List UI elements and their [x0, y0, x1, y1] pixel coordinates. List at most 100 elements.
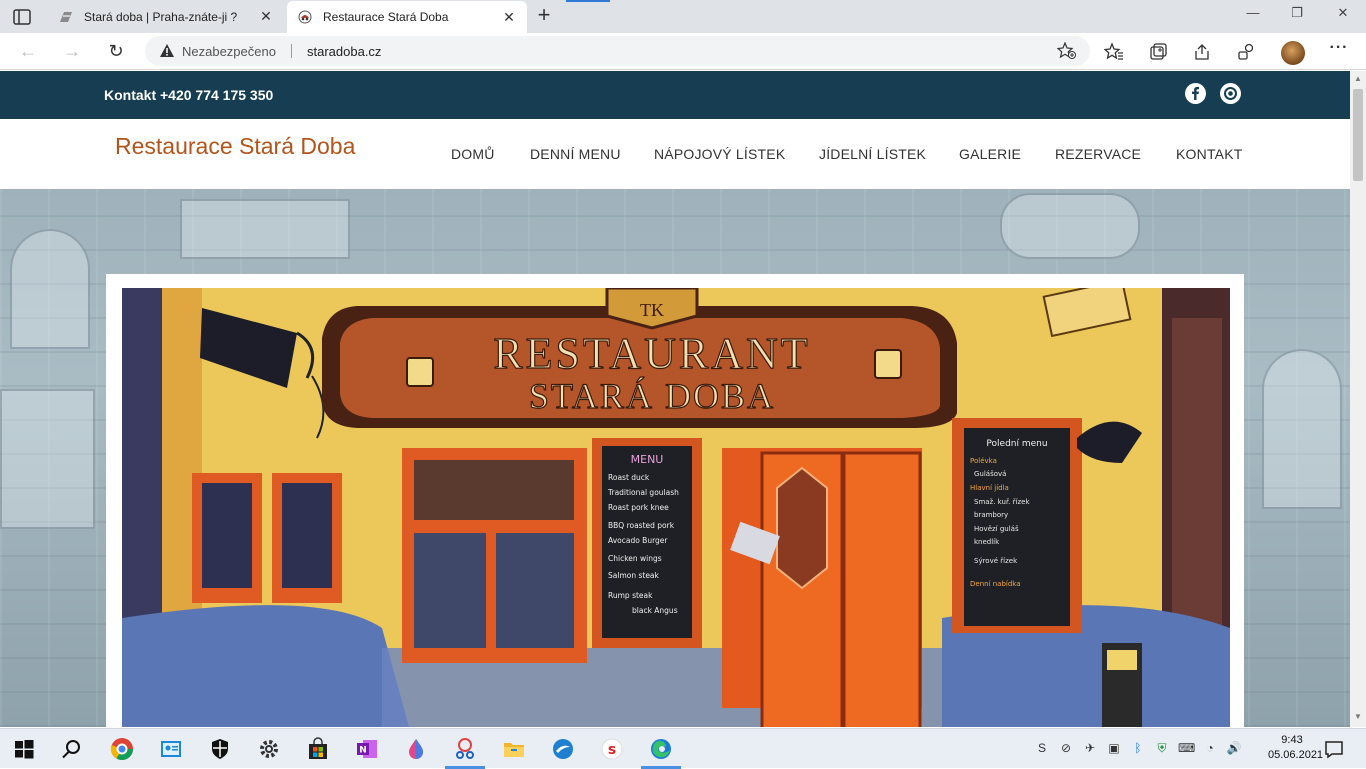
close-tab-icon[interactable]: ✕ [254, 8, 278, 25]
onenote-icon[interactable]: N [355, 737, 379, 761]
skype-tray-icon[interactable]: S [1034, 741, 1050, 757]
stara-doba-favicon-icon [297, 9, 313, 25]
scroll-up-icon[interactable]: ▲ [1354, 75, 1362, 83]
close-window-icon[interactable]: ✕ [1328, 5, 1358, 27]
tab-title: Restaurace Stará Doba [323, 10, 449, 24]
store-icon[interactable] [306, 737, 330, 761]
url-separator [291, 44, 292, 58]
scroll-down-icon[interactable]: ▼ [1354, 713, 1362, 721]
tab-actions-icon[interactable] [12, 7, 32, 27]
display-tray-icon[interactable]: ▣ [1106, 741, 1122, 757]
nav-galerie[interactable]: GALERIE [959, 146, 1021, 162]
snipping-icon[interactable] [453, 737, 477, 761]
menu-board-item: black Angus [632, 606, 678, 615]
tab-accent-line [566, 0, 610, 2]
nav-kontakt[interactable]: KONTAKT [1176, 146, 1242, 162]
warning-icon[interactable] [159, 43, 175, 59]
minimize-icon[interactable]: — [1238, 5, 1268, 27]
tab-praha[interactable]: Stará doba | Praha-znáte-ji ? ✕ [48, 0, 284, 33]
sign-emblem-text: TK [640, 300, 664, 320]
hero-photo-frame: TK RESTAURANT STARÁ DOBA MENU Roast duck… [106, 274, 1244, 727]
site-logo-text[interactable]: Restaurace Stará Doba [115, 133, 355, 160]
clock-time: 9:43 [1281, 734, 1303, 746]
collections-icon[interactable] [1148, 42, 1168, 62]
url-field[interactable]: Nezabezpečeno staradoba.cz [145, 36, 1090, 66]
new-tab-button[interactable]: + [533, 4, 555, 27]
menu-board-item: Roast pork knee [608, 503, 669, 512]
page-viewport: Kontakt +420 774 175 350 Restaurace Star… [0, 71, 1350, 727]
network-blocked-icon[interactable]: ⊘ [1058, 741, 1074, 757]
add-favorite-icon[interactable] [1056, 41, 1077, 60]
keyboard-tray-icon[interactable]: ⌨ [1178, 741, 1195, 757]
profile-avatar[interactable] [1281, 41, 1305, 65]
building-window-decor [1262, 349, 1342, 509]
svg-text:s: s [608, 742, 616, 758]
instagram-icon[interactable] [1220, 83, 1241, 104]
building-ornament-decor [1000, 193, 1140, 259]
wifi-icon[interactable]: ◔ [1202, 741, 1218, 757]
lunch-board-item: Gulášová [974, 470, 1006, 478]
security-label[interactable]: Nezabezpečeno [182, 44, 276, 59]
sign-line-1-text: RESTAURANT [493, 329, 810, 378]
building-window-decor [10, 229, 90, 349]
swift-icon[interactable] [551, 737, 575, 761]
more-options-icon[interactable]: ··· [1328, 39, 1350, 61]
edge-icon[interactable] [649, 737, 673, 761]
tab-bar: Stará doba | Praha-znáte-ji ? ✕ Restaura… [0, 0, 1366, 33]
antivirus-tray-icon[interactable]: ✈ [1082, 741, 1098, 757]
droplet-icon[interactable] [404, 737, 428, 761]
start-icon[interactable] [12, 737, 36, 761]
lunch-board-item: brambory [974, 511, 1008, 519]
lunch-board-item: knedlík [974, 538, 1000, 546]
tab-stara-doba[interactable]: Restaurace Stará Doba ✕ [287, 1, 527, 33]
notifications-icon[interactable] [1322, 737, 1346, 761]
menu-board-item: Chicken wings [608, 554, 662, 563]
menu-board-item: Salmon steak [608, 571, 660, 580]
sign-line-2-text: STARÁ DOBA [529, 376, 775, 416]
lunch-board-item: Polévka [970, 457, 997, 465]
explorer-icon[interactable] [502, 737, 526, 761]
clock-date: 05.06.2021 [1268, 749, 1324, 761]
facebook-icon[interactable] [1185, 83, 1206, 104]
back-icon[interactable]: ← [16, 40, 40, 62]
lunch-board-title: Polední menu [986, 439, 1047, 449]
nav-rezervace[interactable]: REZERVACE [1055, 146, 1141, 162]
page-scrollbar[interactable]: ▲ ▼ [1350, 71, 1366, 727]
menu-board-item: Traditional goulash [607, 488, 679, 497]
menu-board-item: Rump steak [608, 591, 653, 600]
nav-domu[interactable]: DOMŮ [451, 146, 495, 162]
contact-phone[interactable]: Kontakt +420 774 175 350 [104, 87, 273, 103]
security-icon[interactable] [208, 737, 232, 761]
volume-icon[interactable]: 🔊 [1226, 741, 1242, 757]
chrome-icon[interactable] [110, 737, 134, 761]
url-text[interactable]: staradoba.cz [307, 44, 381, 59]
lunch-board-item: Smaž. kuř. řízek [974, 498, 1030, 506]
restore-icon[interactable]: ❐ [1282, 5, 1312, 27]
scroll-thumb[interactable] [1353, 89, 1363, 181]
menu-board-title: MENU [631, 453, 664, 466]
forward-icon[interactable]: → [60, 40, 84, 62]
refresh-icon[interactable]: ↻ [104, 40, 128, 62]
search-icon[interactable] [60, 737, 84, 761]
restaurant-facade-photo[interactable]: TK RESTAURANT STARÁ DOBA MENU Roast duck… [122, 288, 1230, 727]
settings-icon[interactable] [257, 737, 281, 761]
address-bar: ← → ↻ Nezabezpečeno staradoba.cz ··· [0, 33, 1366, 70]
lunch-board-item: Hovězí guláš [974, 525, 1019, 533]
praha-favicon-icon [58, 9, 74, 25]
bluetooth-icon[interactable]: ᛒ [1130, 741, 1146, 757]
building-window-decor [0, 389, 95, 529]
lunch-board-item: Hlavní jídla [970, 484, 1009, 492]
contacts-icon[interactable] [159, 737, 183, 761]
menu-board-item: Avocado Burger [608, 536, 668, 545]
nav-napojovy-listek[interactable]: NÁPOJOVÝ LÍSTEK [654, 146, 785, 162]
favorites-icon[interactable] [1103, 42, 1124, 62]
shield-tray-icon[interactable]: ⛨ [1154, 741, 1170, 757]
menu-board-item: Roast duck [608, 473, 650, 482]
close-tab-icon[interactable]: ✕ [497, 9, 521, 26]
nav-jidelni-listek[interactable]: JÍDELNÍ LÍSTEK [819, 146, 926, 162]
extensions-icon[interactable] [1236, 42, 1256, 62]
nav-denni-menu[interactable]: DENNÍ MENU [530, 146, 621, 162]
s-app-icon[interactable]: s [600, 737, 624, 761]
system-clock[interactable]: 9:43 05.06.2021 [1268, 733, 1324, 763]
share-icon[interactable] [1192, 42, 1212, 62]
